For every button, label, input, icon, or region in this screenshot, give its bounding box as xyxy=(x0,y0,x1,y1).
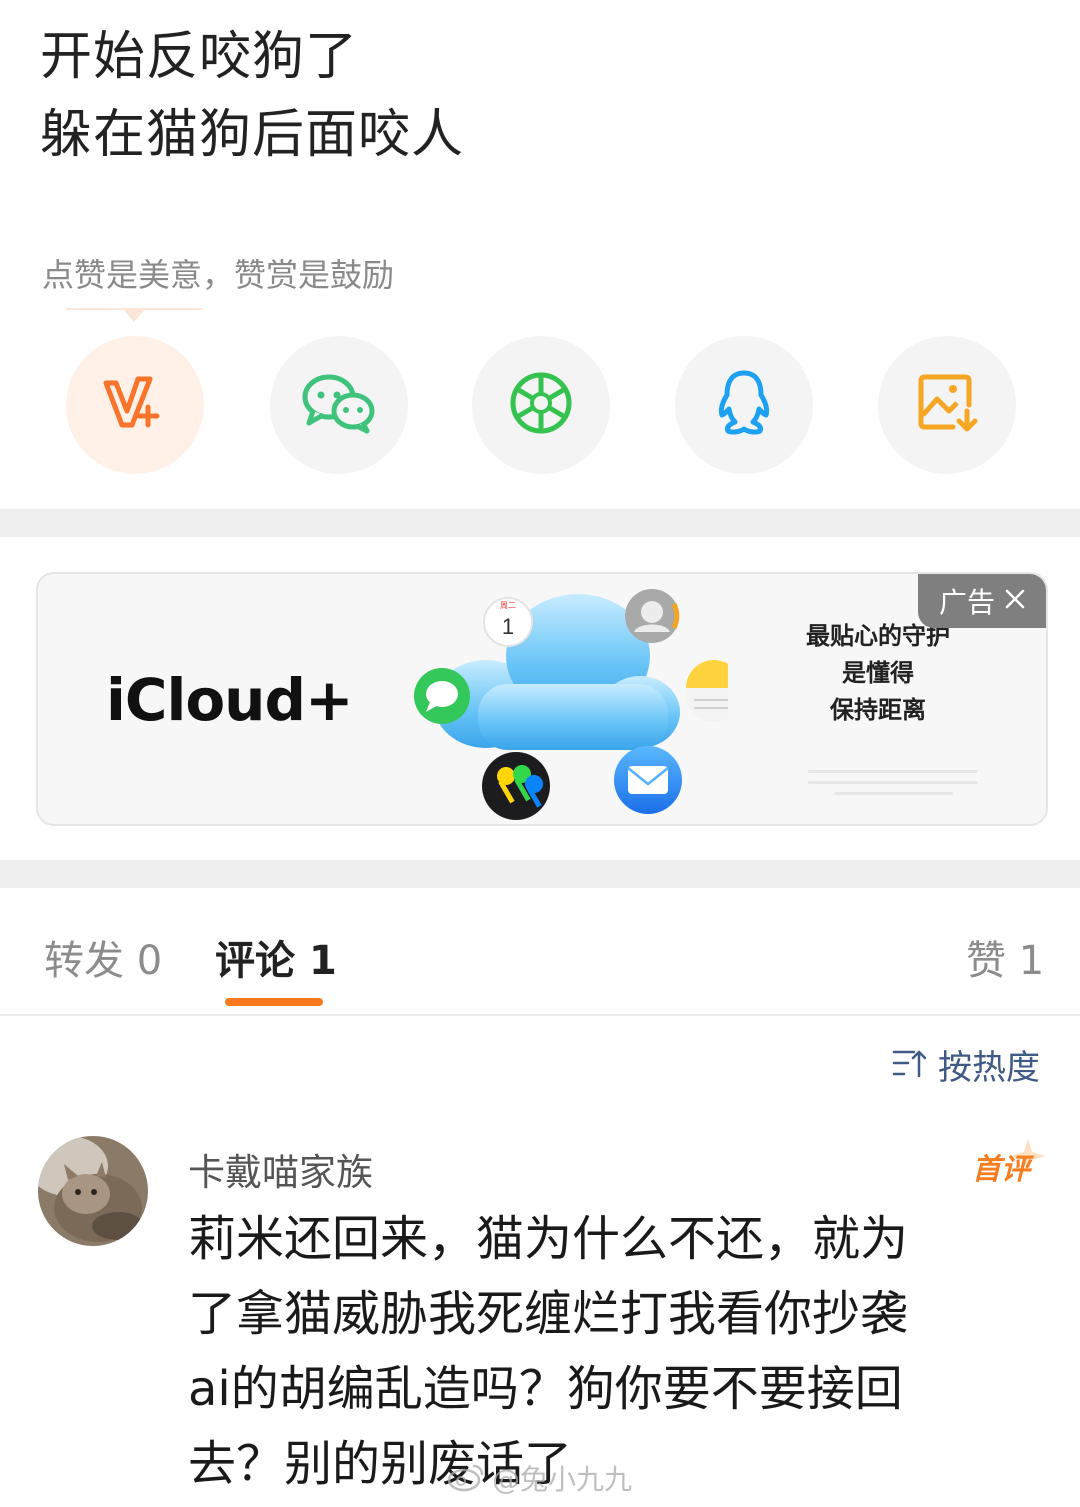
ad-badge-label: 广告 xyxy=(938,586,995,619)
close-icon xyxy=(1005,589,1025,613)
sort-button[interactable]: 按热度 xyxy=(892,1040,1040,1089)
share-wechat-button[interactable] xyxy=(270,336,408,474)
ad-slogan-line: 保持距离 xyxy=(830,696,926,724)
tab-count: 1 xyxy=(1018,938,1045,984)
mail-icon xyxy=(614,746,682,814)
notes-icon xyxy=(686,660,728,722)
reward-button[interactable] xyxy=(66,336,204,474)
tab-bar: 转发 0 评论 1 赞 1 xyxy=(0,888,1080,1016)
first-comment-badge: 首评 xyxy=(972,1136,1052,1186)
ad-brand: iCloud+ xyxy=(106,666,354,734)
post-line-2: 躲在猫狗后面咬人 xyxy=(40,105,465,165)
tab-reposts[interactable]: 转发 0 xyxy=(44,928,162,986)
tab-likes[interactable]: 赞 1 xyxy=(966,928,1044,986)
save-image-button[interactable] xyxy=(878,336,1016,474)
qq-icon xyxy=(714,369,774,441)
weibo-logo-icon xyxy=(446,1460,486,1496)
tab-label: 评论 xyxy=(215,938,295,984)
sort-icon xyxy=(892,1048,927,1082)
sort-label: 按热度 xyxy=(938,1048,1040,1088)
comment-line: ai的胡编乱造吗？狗你要不要接回 xyxy=(188,1361,903,1417)
share-qq-button[interactable] xyxy=(675,336,813,474)
ad-slogan-line: 是懂得 xyxy=(842,659,914,687)
moments-icon xyxy=(508,370,574,440)
first-comment-label: 首评 xyxy=(972,1152,1031,1186)
ad-illustration: 周二 1 xyxy=(414,589,728,820)
watermark: @兔小九九 xyxy=(446,1458,632,1498)
svg-text:1: 1 xyxy=(502,614,514,639)
post-line-1: 开始反咬狗了 xyxy=(40,27,359,87)
comment-text: 莉米还回来，猫为什么不还，就为 了拿猫威胁我死缠烂打我看你抄袭 ai的胡编乱造吗… xyxy=(188,1202,1008,1502)
section-divider xyxy=(0,860,1080,888)
reward-tip-arrow xyxy=(122,308,146,322)
tab-label: 赞 xyxy=(966,938,1006,984)
share-row xyxy=(0,336,1080,474)
share-moments-button[interactable] xyxy=(472,336,610,474)
avatar[interactable] xyxy=(38,1136,148,1246)
save-image-icon xyxy=(915,371,979,439)
active-tab-indicator xyxy=(225,998,323,1006)
wechat-icon xyxy=(301,371,377,439)
calendar-icon: 周二 1 xyxy=(483,597,533,647)
keychain-icon xyxy=(482,752,550,820)
section-divider xyxy=(0,509,1080,537)
reward-hint: 点赞是美意，赞赏是鼓励 xyxy=(42,256,395,294)
comment-username[interactable]: 卡戴喵家族 xyxy=(188,1142,373,1196)
post-text: 开始反咬狗了 躲在猫狗后面咬人 xyxy=(40,18,464,174)
ad-fineprint xyxy=(808,770,978,803)
ad-banner[interactable]: iCloud+ 周二 1 最贴心的守护 是懂得 保持距离 广告 xyxy=(36,572,1048,826)
ad-slogan: 最贴心的守护 是懂得 保持距离 xyxy=(778,618,978,729)
tab-count: 1 xyxy=(308,938,337,984)
watermark-label: @兔小九九 xyxy=(492,1463,633,1496)
messages-icon xyxy=(414,668,470,724)
svg-text:周二: 周二 xyxy=(500,601,516,610)
tab-count: 0 xyxy=(136,938,163,984)
comment-line: 莉米还回来，猫为什么不还，就为 xyxy=(188,1211,909,1267)
weibo-reward-icon xyxy=(100,373,170,437)
ad-close-button[interactable]: 广告 xyxy=(918,574,1046,628)
tab-comments[interactable]: 评论 1 xyxy=(215,928,337,986)
comment-line: 了拿猫威胁我死缠烂打我看你抄袭 xyxy=(188,1286,909,1342)
contacts-icon xyxy=(625,589,680,643)
tab-label: 转发 xyxy=(44,938,124,984)
